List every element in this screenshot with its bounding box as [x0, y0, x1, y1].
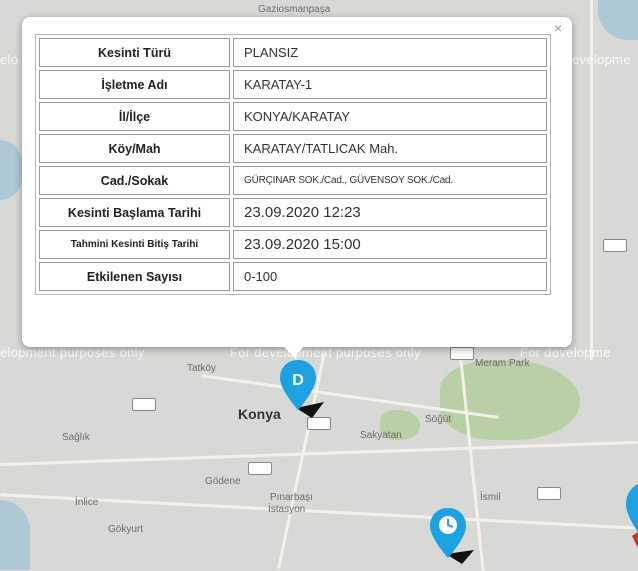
detail-label: Kesinti Başlama Tarihi [39, 198, 230, 227]
road-shield [537, 487, 561, 500]
place-label: İstasyon [268, 504, 306, 515]
lake-bottom-left [0, 500, 30, 570]
pin-icon [626, 484, 638, 548]
watermark-fragment: elo [0, 52, 19, 67]
lake-left [0, 140, 22, 200]
svg-text:D: D [292, 372, 304, 389]
detail-label: İl/İlçe [39, 102, 230, 131]
close-icon[interactable]: × [554, 20, 562, 36]
detail-row: Köy/Mah KARATAY/TATLICAK Mah. [39, 134, 547, 163]
detail-value: PLANSIZ [233, 38, 547, 67]
detail-value: 23.09.2020 15:00 [233, 230, 547, 259]
lake-top-right [598, 0, 638, 40]
place-label: Gökyurt [108, 524, 144, 535]
detail-label: Etkilenen Sayısı [39, 262, 230, 291]
place-label: Gaziosmanpaşa [258, 4, 331, 15]
detail-label: Köy/Mah [39, 134, 230, 163]
road-shield [132, 398, 156, 411]
place-label: İnlice [75, 497, 99, 508]
edge-marker[interactable] [622, 482, 638, 557]
detail-label: Cad./Sokak [39, 166, 230, 195]
place-label: Sağlık [62, 432, 90, 443]
watermark-fragment: For developme [520, 345, 611, 360]
outage-info-popup: Kesinti Türü PLANSIZ İşletme Adı KARATAY-1 İ… [22, 17, 572, 347]
detail-value: KONYA/KARATAY [233, 102, 547, 131]
place-label: Tatköy [187, 363, 216, 374]
power-icon: D [280, 360, 324, 418]
place-label: Sakyatan [360, 430, 402, 441]
detail-value: KARATAY/TATLICAK Mah. [233, 134, 547, 163]
road-shield [603, 239, 627, 252]
city-label: Konya [238, 406, 281, 422]
detail-label: Kesinti Türü [39, 38, 230, 67]
popup-tail [284, 346, 304, 358]
detail-row: Etkilenen Sayısı 0-100 [39, 262, 547, 291]
detail-value: KARATAY-1 [233, 70, 547, 99]
place-label: İsmil [480, 492, 501, 503]
outage-details-table: Kesinti Türü PLANSIZ İşletme Adı KARATAY-1 İ… [35, 34, 551, 295]
detail-value: GÜRÇINAR SOK./Cad., GÜVENSOY SOK./Cad. [233, 166, 547, 195]
detail-row: Kesinti Başlama Tarihi 23.09.2020 12:23 [39, 198, 547, 227]
detail-row: Tahmini Kesinti Bitiş Tarihi 23.09.2020 1… [39, 230, 547, 259]
road-shield [248, 462, 272, 475]
detail-row: İl/İlçe KONYA/KARATAY [39, 102, 547, 131]
detail-label: Tahmini Kesinti Bitiş Tarihi [39, 230, 230, 259]
detail-row: Cad./Sokak GÜRÇINAR SOK./Cad., GÜVENSOY S… [39, 166, 547, 195]
clock-icon [430, 508, 474, 564]
watermark-fragment: evelopme [572, 52, 631, 67]
road-shield [450, 347, 474, 360]
road [0, 440, 638, 467]
place-label: Gödene [205, 476, 241, 487]
clock-marker[interactable] [428, 506, 476, 571]
detail-row: Kesinti Türü PLANSIZ [39, 38, 547, 67]
power-outage-marker[interactable]: D [278, 358, 326, 425]
place-label: Söğüt [425, 414, 452, 425]
detail-value: 23.09.2020 12:23 [233, 198, 547, 227]
place-label: Pınarbaşı [270, 492, 313, 503]
detail-value: 0-100 [233, 262, 547, 291]
place-label: Meram Park [475, 358, 530, 369]
watermark-fragment: elopment purposes only [0, 345, 145, 360]
detail-label: İşletme Adı [39, 70, 230, 99]
detail-row: İşletme Adı KARATAY-1 [39, 70, 547, 99]
